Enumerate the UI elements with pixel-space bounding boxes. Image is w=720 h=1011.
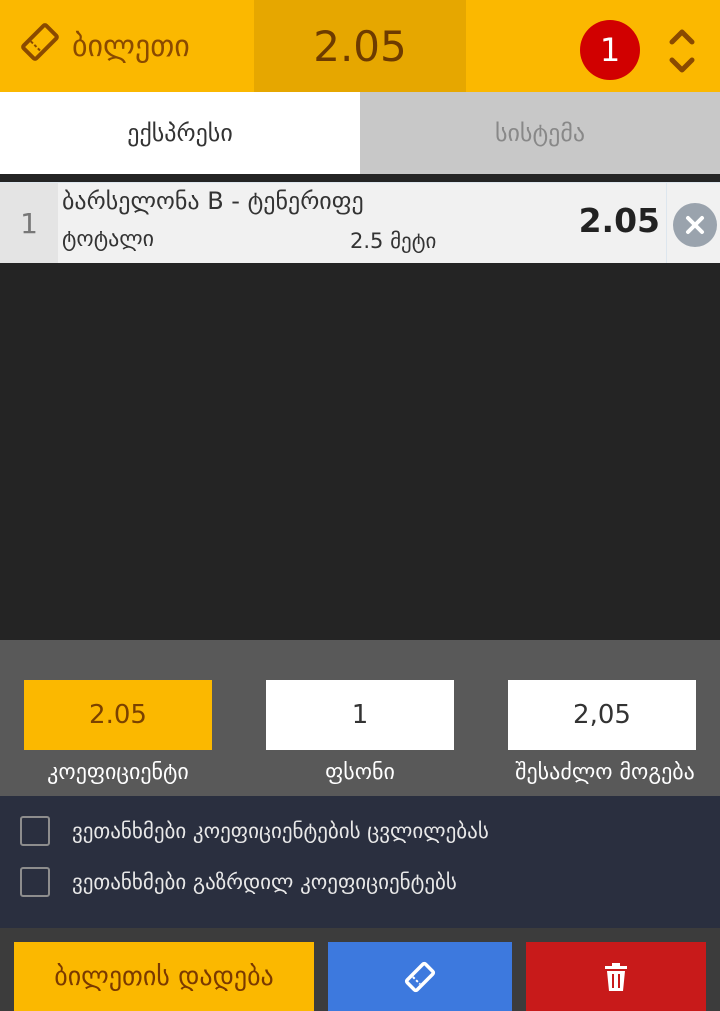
betslip-footer: ბილეთის დადება	[0, 928, 720, 1011]
possible-win-label: შესაძლო მოგება	[515, 760, 695, 785]
tab-system[interactable]: სისტემა	[360, 92, 720, 174]
accept-odds-change-checkbox[interactable]	[20, 816, 50, 846]
tab-express[interactable]: ექსპრესი	[0, 92, 360, 174]
betslip-title[interactable]: ბილეთი	[18, 0, 190, 92]
close-icon	[686, 216, 704, 234]
selections-count-badge: 1	[580, 20, 640, 80]
odds-label: კოეფიციენტი	[47, 760, 189, 785]
chevron-up-down-icon[interactable]	[660, 24, 704, 78]
save-ticket-button[interactable]	[328, 942, 512, 1011]
delete-all-button[interactable]	[526, 942, 706, 1011]
bet-options: ვეთანხმები კოეფიციენტების ცვლილებას ვეთა…	[0, 796, 720, 928]
possible-win-value: 2,05	[508, 680, 696, 750]
stake-label: ფსონი	[325, 760, 395, 785]
ticket-icon	[404, 961, 436, 992]
accept-odds-change-option[interactable]: ვეთანხმები კოეფიციენტების ცვლილებას	[20, 816, 489, 846]
bet-match-name: ბარსელონა B - ტენერიფე	[62, 187, 364, 215]
odds-value: 2.05	[24, 680, 212, 750]
bet-odd: 2.05	[578, 201, 660, 240]
accept-increased-odds-label: ვეთანხმები გაზრდილ კოეფიციენტებს	[72, 870, 457, 894]
bet-outcome: 2.5 მეტი	[350, 229, 437, 253]
bet-calculator: 2.05 1 2,05 კოეფიციენტი ფსონი შესაძლო მო…	[0, 640, 720, 796]
bet-market: ტოტალი	[62, 227, 155, 252]
place-bet-button[interactable]: ბილეთის დადება	[14, 942, 314, 1011]
accept-increased-odds-option[interactable]: ვეთანხმები გაზრდილ კოეფიციენტებს	[20, 867, 457, 897]
bet-number: 1	[0, 183, 58, 263]
remove-selection-button[interactable]	[673, 203, 717, 247]
accept-odds-change-label: ვეთანხმები კოეფიციენტების ცვლილებას	[72, 819, 489, 843]
bet-type-tabs: ექსპრესი სისტემა	[0, 92, 720, 174]
accept-increased-odds-checkbox[interactable]	[20, 867, 50, 897]
stake-input[interactable]: 1	[266, 680, 454, 750]
ticket-icon	[18, 20, 72, 72]
trash-icon	[605, 962, 627, 991]
total-odds: 2.05	[254, 0, 466, 92]
bet-selection-row: 1 ბარსელონა B - ტენერიფე ტოტალი 2.5 მეტი…	[0, 182, 720, 263]
divider	[666, 183, 667, 263]
betslip-title-text: ბილეთი	[72, 28, 190, 64]
betslip-header: ბილეთი 2.05 1	[0, 0, 720, 92]
